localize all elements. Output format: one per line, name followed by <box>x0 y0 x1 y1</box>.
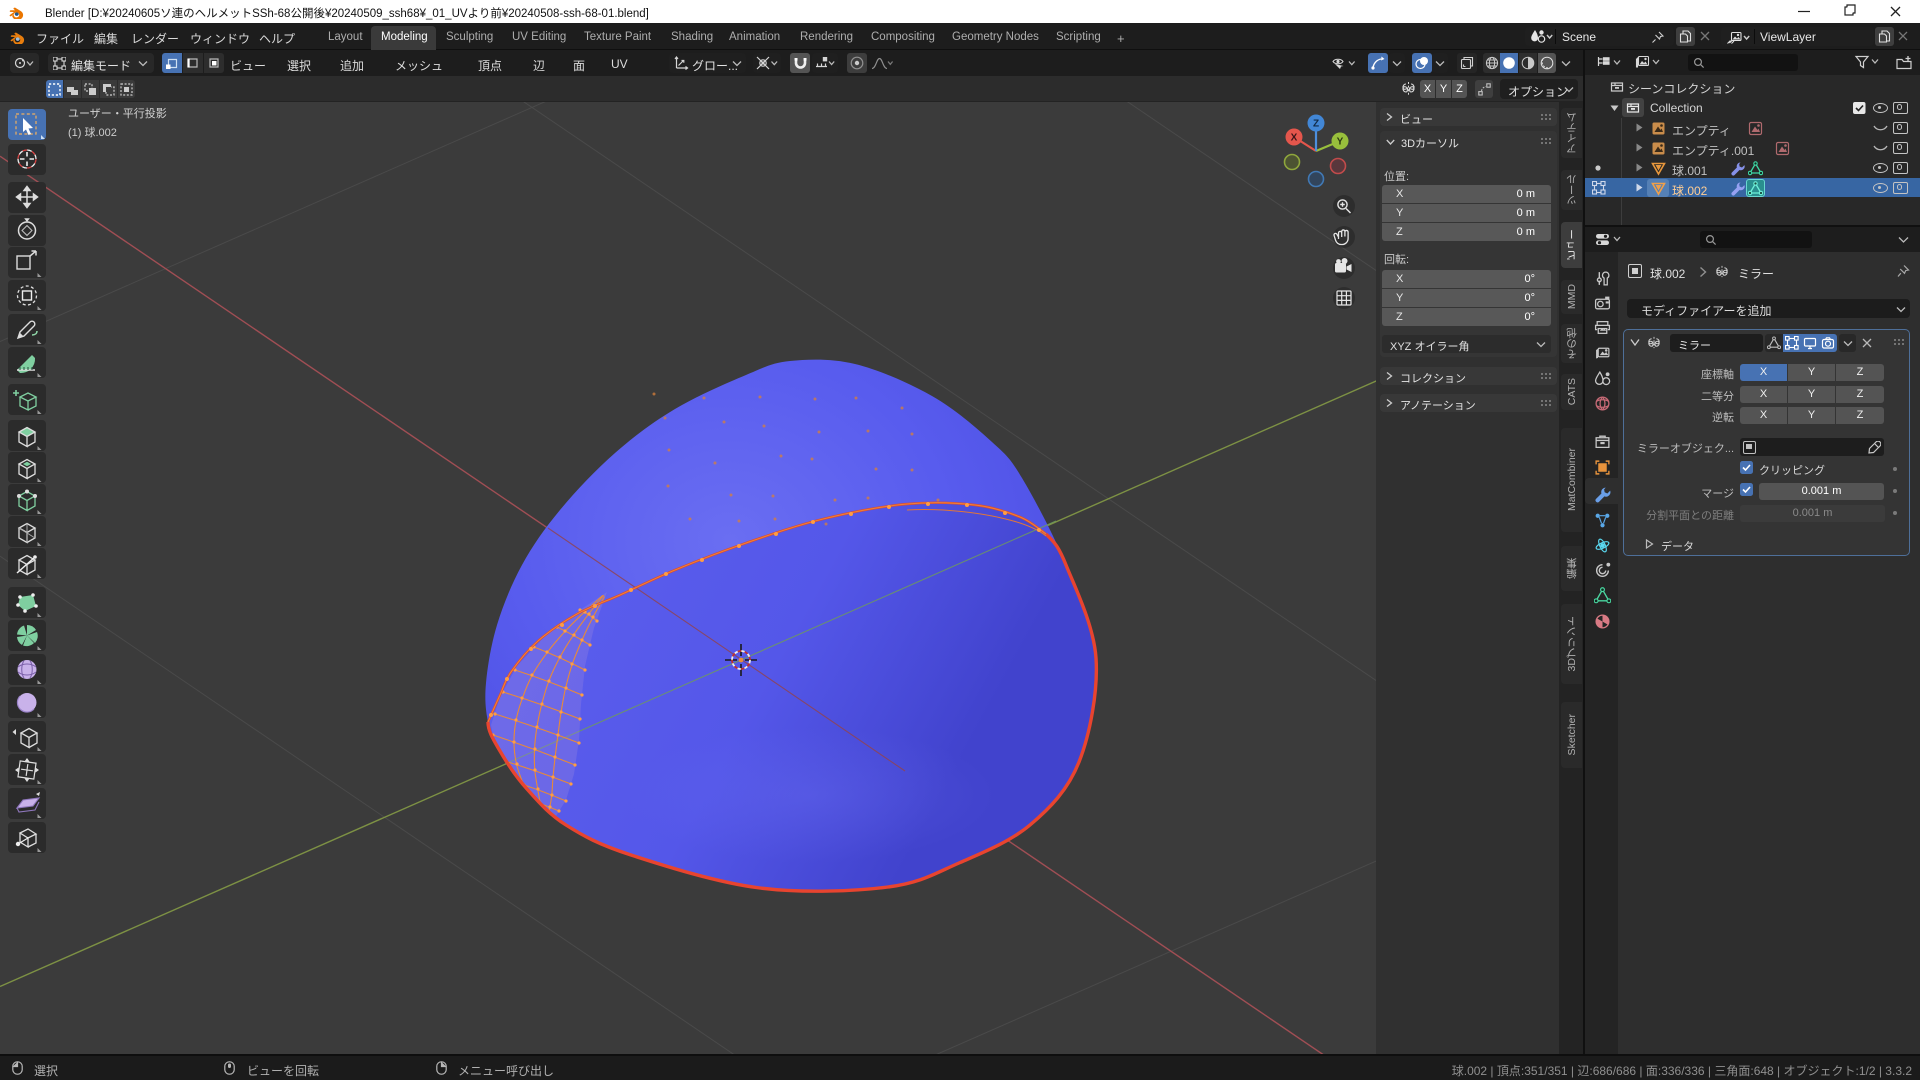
svg-text:X: X <box>1291 133 1298 144</box>
svg-text:ユーザー・平行投影: ユーザー・平行投影 <box>68 106 167 120</box>
svg-text:Z: Z <box>1313 119 1319 130</box>
svg-text:(1) 球.002: (1) 球.002 <box>68 125 117 139</box>
svg-text:Y: Y <box>1337 137 1344 148</box>
